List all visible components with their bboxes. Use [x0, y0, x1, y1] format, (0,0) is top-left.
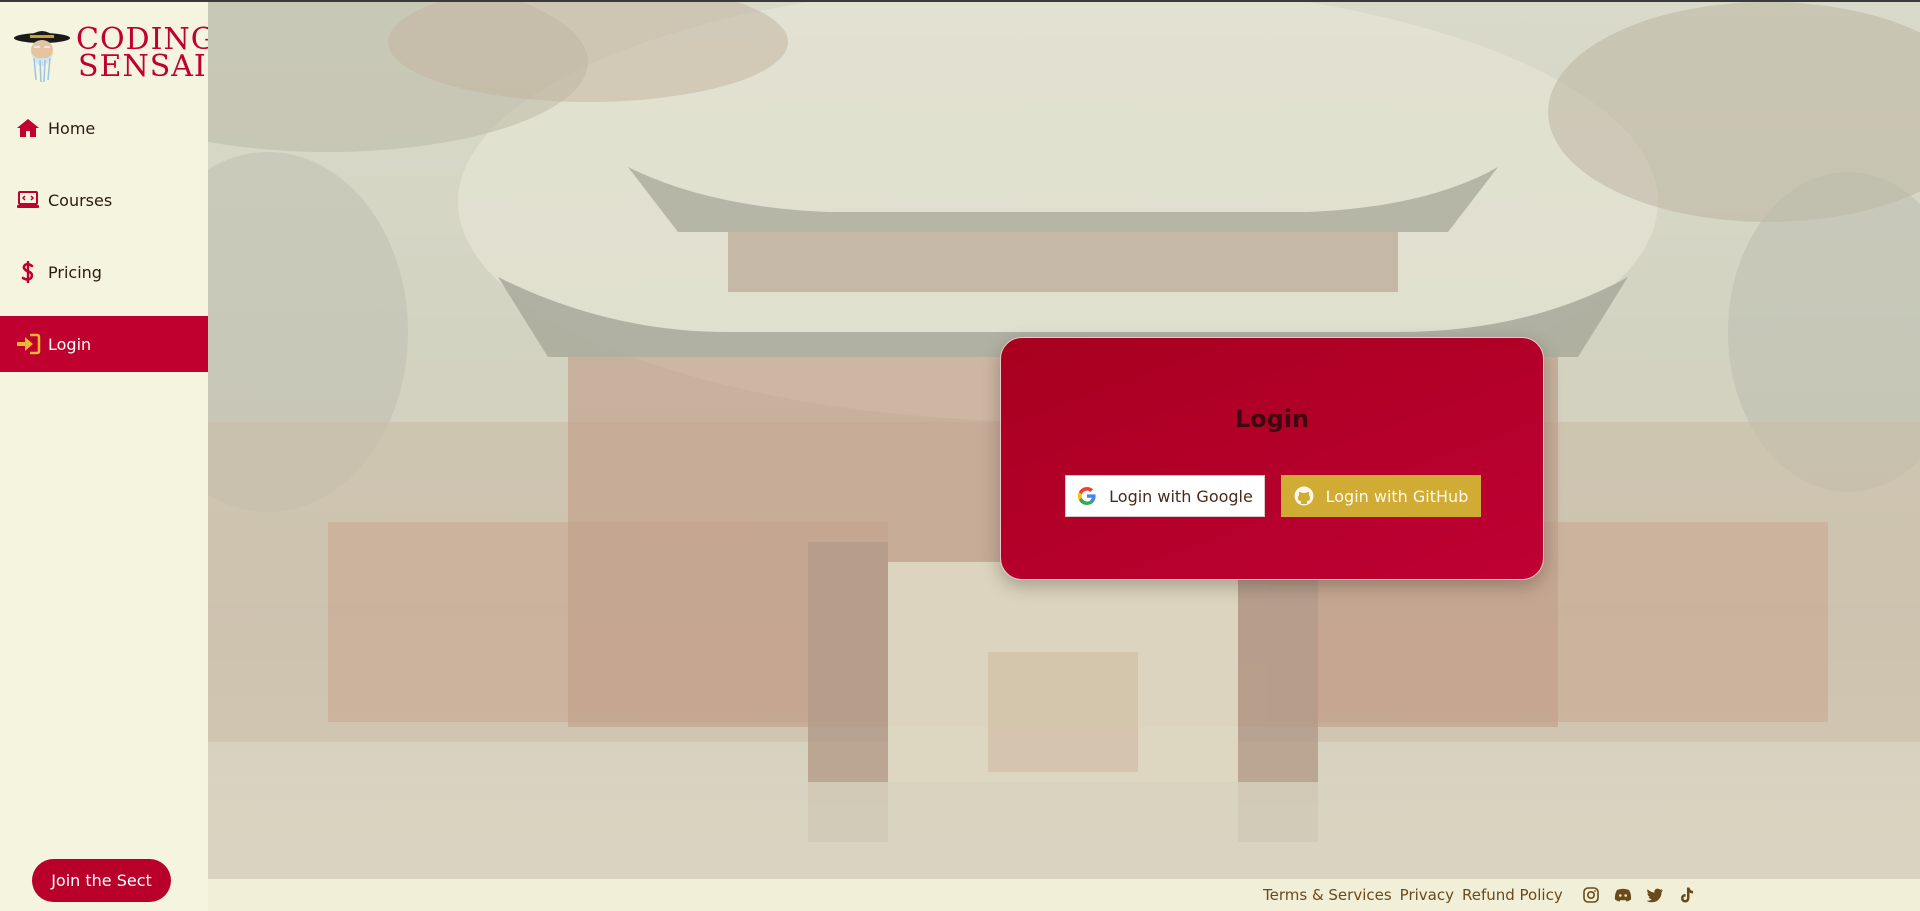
- tiktok-icon[interactable]: [1678, 886, 1696, 904]
- login-with-google-button[interactable]: Login with Google: [1065, 475, 1265, 517]
- twitter-icon[interactable]: [1646, 886, 1664, 904]
- login-with-github-button[interactable]: Login with GitHub: [1281, 475, 1481, 517]
- login-title: Login: [1234, 405, 1310, 433]
- login-hero: Login Login with Google Login with GitHu…: [208, 0, 1920, 879]
- dollar-icon: [15, 261, 41, 283]
- google-icon: [1077, 486, 1097, 506]
- footer-link-terms[interactable]: Terms & Services: [1263, 886, 1392, 904]
- sidebar-item-pricing[interactable]: Pricing: [0, 244, 208, 300]
- sidebar-nav: Home Courses Pricing Login: [0, 100, 208, 388]
- sidebar: CODING SENSAI Home Courses Pricing Login…: [0, 0, 215, 911]
- brand-wordmark: CODING SENSAI: [76, 25, 216, 84]
- discord-icon[interactable]: [1614, 886, 1632, 904]
- brand-line2: SENSAI: [78, 49, 207, 84]
- sidebar-item-label: Courses: [48, 190, 113, 210]
- home-icon: [15, 117, 41, 139]
- sidebar-item-label: Pricing: [48, 262, 102, 282]
- brand-logo[interactable]: CODING SENSAI: [12, 22, 215, 84]
- footer: Terms & Services Privacy Refund Policy: [208, 879, 1920, 911]
- sidebar-item-login[interactable]: Login: [0, 316, 208, 372]
- footer-link-refund-policy[interactable]: Refund Policy: [1462, 886, 1563, 904]
- sidebar-item-courses[interactable]: Courses: [0, 172, 208, 228]
- google-button-label: Login with Google: [1109, 486, 1253, 506]
- instagram-icon[interactable]: [1582, 886, 1600, 904]
- laptop-code-icon: [15, 189, 41, 211]
- sidebar-item-label: Login: [48, 334, 92, 354]
- footer-social-icons: [1582, 879, 1710, 911]
- sidebar-item-home[interactable]: Home: [0, 100, 208, 156]
- join-the-sect-button[interactable]: Join the Sect: [32, 859, 171, 902]
- sidebar-item-label: Home: [48, 118, 96, 138]
- github-icon: [1294, 486, 1314, 506]
- footer-link-privacy[interactable]: Privacy: [1400, 886, 1454, 904]
- sign-in-icon: [15, 333, 41, 355]
- footer-links: Terms & Services Privacy Refund Policy: [1263, 879, 1571, 911]
- sensei-mascot-icon: [14, 31, 70, 83]
- login-card: Login Login with Google Login with GitHu…: [1000, 337, 1544, 580]
- github-button-label: Login with GitHub: [1325, 486, 1469, 506]
